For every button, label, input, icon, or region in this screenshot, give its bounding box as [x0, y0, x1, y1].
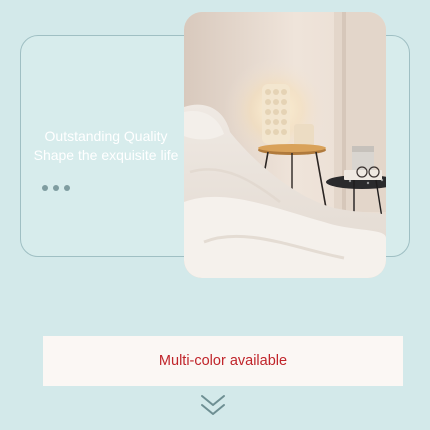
banner-text: Multi-color available [158, 353, 288, 369]
double-chevron-down-icon[interactable] [198, 392, 228, 418]
multi-color-banner: Multi-color available [43, 336, 403, 386]
bedroom-lamp-photo [184, 12, 386, 278]
tagline-line-1: Outstanding Quality [44, 128, 168, 144]
dot [53, 185, 59, 191]
dot [64, 185, 70, 191]
hero-tagline: Outstanding Quality Shape the exquisite … [26, 127, 186, 165]
product-photo [184, 12, 386, 278]
tagline-line-2: Shape the exquisite life [33, 147, 179, 163]
ellipsis-dots-icon [42, 185, 70, 191]
product-page: Outstanding Quality Shape the exquisite … [0, 0, 430, 430]
dot [42, 185, 48, 191]
